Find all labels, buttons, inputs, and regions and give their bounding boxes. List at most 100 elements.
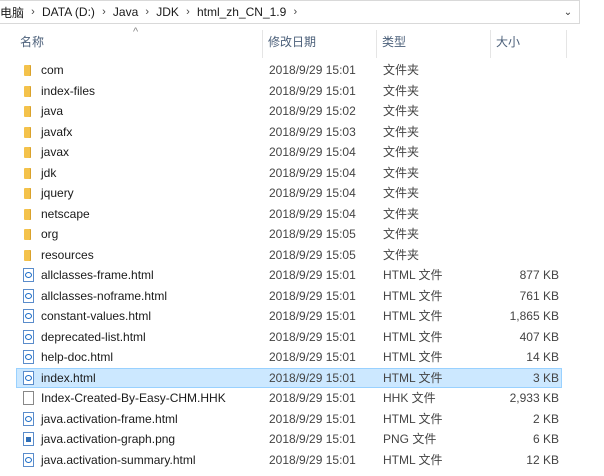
file-date: 2018/9/29 15:01 — [269, 329, 356, 344]
column-header-type[interactable]: 类型 — [376, 24, 490, 58]
file-type: 文件夹 — [383, 247, 420, 262]
file-name: java.activation-summary.html — [41, 452, 196, 467]
file-row[interactable]: netscape 2018/9/29 15:04 文件夹 — [16, 204, 562, 224]
folder-icon — [24, 126, 31, 138]
file-type: 文件夹 — [383, 165, 420, 180]
file-type: 文件夹 — [383, 104, 420, 118]
file-row[interactable]: jdk 2018/9/29 15:04 文件夹 — [16, 163, 562, 183]
file-row[interactable]: allclasses-noframe.html 2018/9/29 15:01 HT… — [16, 286, 562, 306]
file-type: HTML 文件 — [383, 268, 443, 282]
column-divider[interactable] — [566, 30, 567, 58]
file-row[interactable]: java 2018/9/29 15:02 文件夹 — [16, 101, 562, 121]
file-date: 2018/9/29 15:01 — [269, 63, 356, 77]
address-history-dropdown-icon[interactable]: ⌄ — [557, 1, 579, 23]
file-name: deprecated-list.html — [41, 329, 146, 344]
file-name: help-doc.html — [41, 350, 114, 364]
breadcrumb-item-java[interactable]: Java — [111, 5, 140, 19]
file-date: 2018/9/29 15:01 — [269, 411, 356, 426]
file-size: 1,865 KB — [509, 309, 559, 323]
file-date: 2018/9/29 15:01 — [269, 268, 356, 282]
file-row[interactable]: java.activation-frame.html 2018/9/29 15:0… — [16, 409, 562, 429]
chevron-right-icon[interactable]: › — [26, 6, 40, 18]
file-row[interactable]: jquery 2018/9/29 15:04 文件夹 — [16, 183, 562, 203]
file-row[interactable]: java.activation-graph.png 2018/9/29 15:01… — [16, 429, 562, 449]
column-header-name[interactable]: 名称 — [14, 24, 262, 58]
file-size: 3 KB — [532, 370, 559, 385]
file-name: index.html — [41, 370, 96, 385]
folder-icon — [24, 85, 31, 97]
file-type: HTML 文件 — [383, 288, 443, 303]
file-type: HTML 文件 — [383, 452, 443, 467]
chevron-right-icon[interactable]: › — [288, 6, 302, 18]
html-file-icon — [23, 329, 34, 344]
file-name: javafx — [41, 124, 73, 139]
file-name: com — [41, 63, 64, 77]
column-header: ^ 名称 修改日期 类型 大小 — [0, 24, 604, 58]
image-file-icon — [23, 432, 34, 446]
folder-icon — [24, 208, 31, 220]
file-name: allclasses-noframe.html — [41, 288, 168, 303]
file-row[interactable]: constant-values.html 2018/9/29 15:01 HTML … — [16, 306, 562, 326]
file-date: 2018/9/29 15:01 — [269, 432, 356, 446]
breadcrumb: 电脑 › DATA (D:) › Java › JDK › html_zh_CN… — [0, 4, 302, 21]
file-name: javax — [41, 145, 70, 159]
file-name: Index-Created-By-Easy-CHM.HHK — [41, 391, 226, 405]
file-type: HTML 文件 — [383, 411, 443, 426]
file-date: 2018/9/29 15:02 — [269, 104, 356, 118]
folder-icon — [24, 167, 31, 179]
file-type: 文件夹 — [383, 124, 420, 139]
breadcrumb-item-computer[interactable]: 电脑 — [0, 4, 26, 21]
file-date: 2018/9/29 15:04 — [269, 145, 356, 159]
breadcrumb-item-jdk[interactable]: JDK — [154, 5, 181, 19]
file-row[interactable]: resources 2018/9/29 15:05 文件夹 — [16, 245, 562, 265]
file-row[interactable]: com 2018/9/29 15:01 文件夹 — [16, 60, 562, 80]
chevron-right-icon[interactable]: › — [140, 6, 154, 18]
file-row[interactable]: Index-Created-By-Easy-CHM.HHK 2018/9/29 1… — [16, 388, 562, 408]
file-name: jquery — [41, 186, 74, 200]
file-row[interactable]: allclasses-frame.html 2018/9/29 15:01 HTML… — [16, 265, 562, 285]
file-row[interactable]: java.activation-summary.html 2018/9/29 15… — [16, 450, 562, 470]
text-file-icon — [23, 391, 34, 405]
html-file-icon — [23, 350, 34, 364]
file-date: 2018/9/29 15:04 — [269, 165, 356, 180]
column-header-size[interactable]: 大小 — [490, 24, 566, 58]
file-type: 文件夹 — [383, 186, 420, 200]
file-type: HTML 文件 — [383, 370, 443, 385]
file-type: HTML 文件 — [383, 309, 443, 323]
file-row[interactable]: index.html 2018/9/29 15:01 HTML 文件 3 KB — [16, 367, 562, 388]
folder-icon — [24, 229, 31, 240]
file-type: PNG 文件 — [383, 432, 437, 446]
html-file-icon — [23, 268, 34, 282]
file-type: 文件夹 — [383, 63, 420, 77]
file-date: 2018/9/29 15:05 — [269, 247, 356, 262]
file-row[interactable]: javafx 2018/9/29 15:03 文件夹 — [16, 122, 562, 142]
file-date: 2018/9/29 15:01 — [269, 83, 356, 98]
file-date: 2018/9/29 15:04 — [269, 186, 356, 200]
breadcrumb-item-current[interactable]: html_zh_CN_1.9 — [195, 5, 288, 19]
chevron-right-icon[interactable]: › — [181, 6, 195, 18]
file-row[interactable]: help-doc.html 2018/9/29 15:01 HTML 文件 14 KB — [16, 347, 562, 367]
folder-icon — [24, 106, 31, 117]
file-type: HTML 文件 — [383, 329, 443, 344]
file-date: 2018/9/29 15:03 — [269, 124, 356, 139]
file-row[interactable]: javax 2018/9/29 15:04 文件夹 — [16, 142, 562, 162]
file-type: 文件夹 — [383, 83, 420, 98]
file-size: 6 KB — [532, 432, 559, 446]
chevron-right-icon[interactable]: › — [97, 6, 111, 18]
file-size: 2,933 KB — [509, 391, 559, 405]
html-file-icon — [23, 370, 34, 385]
html-file-icon — [23, 309, 34, 323]
file-name: java — [41, 104, 64, 118]
file-size: 2 KB — [532, 411, 559, 426]
file-date: 2018/9/29 15:01 — [269, 350, 356, 364]
file-name: constant-values.html — [41, 309, 152, 323]
address-bar[interactable]: 电脑 › DATA (D:) › Java › JDK › html_zh_CN… — [0, 0, 580, 24]
file-name: org — [41, 227, 59, 241]
file-row[interactable]: deprecated-list.html 2018/9/29 15:01 HTML … — [16, 327, 562, 347]
file-name: java.activation-graph.png — [41, 432, 176, 446]
file-row[interactable]: org 2018/9/29 15:05 文件夹 — [16, 224, 562, 244]
column-header-date[interactable]: 修改日期 — [262, 24, 376, 58]
folder-icon — [24, 188, 31, 199]
breadcrumb-item-drive[interactable]: DATA (D:) — [40, 5, 97, 19]
file-row[interactable]: index-files 2018/9/29 15:01 文件夹 — [16, 81, 562, 101]
